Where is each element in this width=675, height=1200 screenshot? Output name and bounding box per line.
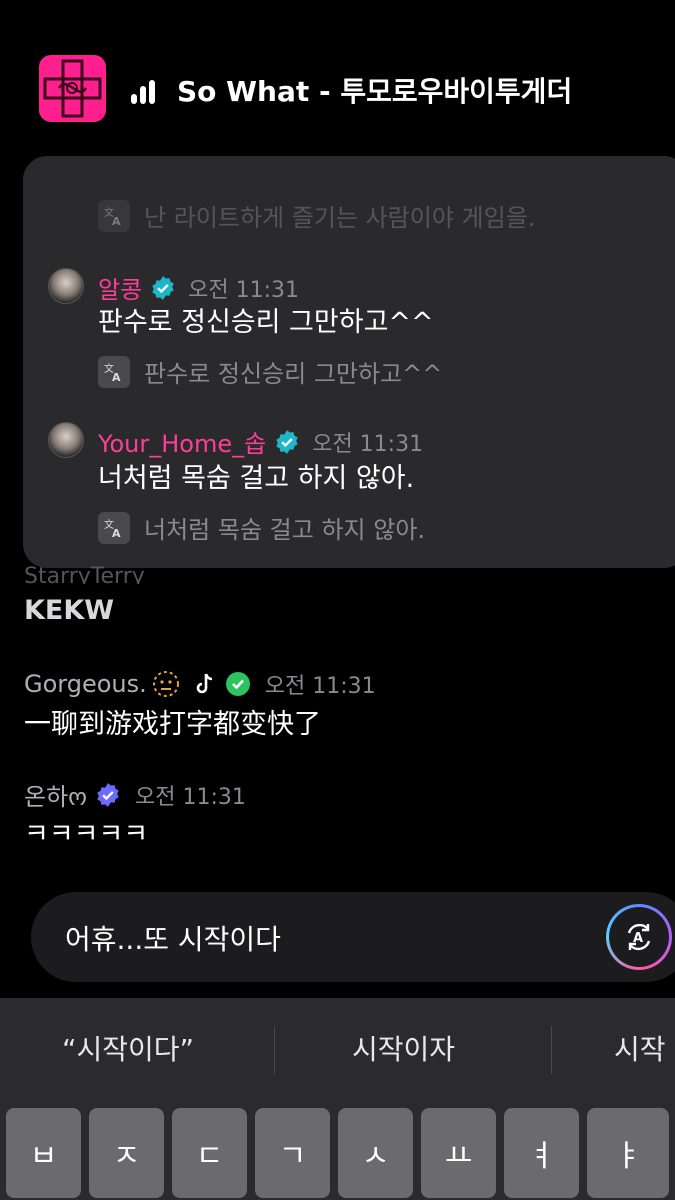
equalizer-icon xyxy=(131,80,163,104)
divider xyxy=(551,1026,552,1074)
message-translation: 文A 판수로 정신승리 그만하고^^ xyxy=(98,354,442,389)
top-translation: 文A 난 라이트하게 즐기는 사람이야 게임을. xyxy=(98,198,535,233)
message-text: 판수로 정신승리 그만하고^^ xyxy=(98,307,434,338)
song-title[interactable]: So What - 투모로우바이투게더 xyxy=(177,70,572,110)
album-cross-icon xyxy=(43,59,102,118)
translate-icon: 文A xyxy=(98,355,130,388)
chat-message-meta: 온하ო 오전 11:31 xyxy=(24,777,246,812)
chat-message-text: ㅋㅋㅋㅋㅋ xyxy=(24,819,149,850)
message-translation: 文A 너처럼 목숨 걸고 하지 않아. xyxy=(98,510,425,545)
suggestion-item[interactable]: “시작이다” xyxy=(62,1028,194,1068)
timestamp: 오전 11:31 xyxy=(264,674,376,699)
username[interactable]: Your_Home_솝 xyxy=(98,424,266,459)
suggestion-item[interactable]: 시작 xyxy=(614,1028,666,1068)
ai-translate-button[interactable]: A xyxy=(606,904,672,970)
key[interactable]: ㅑ xyxy=(587,1108,669,1198)
avatar[interactable] xyxy=(48,268,84,304)
timestamp: 오전 11:31 xyxy=(135,784,246,810)
album-art[interactable] xyxy=(39,55,106,122)
message-text: 너처럼 목숨 걸고 하지 않아. xyxy=(98,463,415,494)
ai-translate-icon: A xyxy=(627,923,651,951)
chat-message-text: KEKW xyxy=(24,595,115,626)
message-meta: Your_Home_솝 오전 11:31 xyxy=(98,424,423,459)
neutral-face-emoji-icon xyxy=(152,671,179,697)
translate-icon: 文A xyxy=(98,199,130,232)
verified-badge-icon xyxy=(152,275,174,300)
chat-message-meta: Gorgeous. 오전 11:31 xyxy=(24,668,376,700)
heart-check-badge-icon xyxy=(225,672,250,696)
key[interactable]: ㅅ xyxy=(338,1108,413,1198)
partial-username: StarryTerry xyxy=(24,564,145,584)
suggestion-item[interactable]: 시작이자 xyxy=(352,1028,455,1068)
translate-icon: 文A xyxy=(98,511,130,544)
username[interactable]: Gorgeous. xyxy=(24,670,147,698)
svg-text:A: A xyxy=(112,215,121,227)
svg-text:A: A xyxy=(112,527,121,539)
svg-text:A: A xyxy=(112,371,121,383)
key[interactable]: ㅛ xyxy=(421,1108,496,1198)
verified-badge-icon xyxy=(276,429,298,454)
tiktok-icon xyxy=(196,673,212,694)
svg-text:A: A xyxy=(633,931,643,946)
shield-heart-badge-icon xyxy=(97,782,119,807)
divider xyxy=(274,1026,275,1074)
key[interactable]: ㅕ xyxy=(504,1108,579,1198)
key[interactable]: ㅂ xyxy=(6,1108,81,1198)
key[interactable]: ㅈ xyxy=(89,1108,164,1198)
chat-input[interactable]: 어휴...또 시작이다 A xyxy=(31,892,675,982)
key[interactable]: ㄱ xyxy=(255,1108,330,1198)
translation-card: 文A 난 라이트하게 즐기는 사람이야 게임을. 알콩 오전 11:31 판수로… xyxy=(23,156,675,568)
key[interactable]: ㄷ xyxy=(172,1108,247,1198)
timestamp: 오전 11:31 xyxy=(312,431,424,457)
username[interactable]: 온하ო xyxy=(24,777,87,812)
keyboard: “시작이다” 시작이자 시작 ㅂ ㅈ ㄷ ㄱ ㅅ ㅛ ㅕ ㅑ xyxy=(0,998,675,1200)
now-playing-header: So What - 투모로우바이투게더 xyxy=(0,0,675,150)
avatar[interactable] xyxy=(48,422,84,458)
chat-input-value[interactable]: 어휴...또 시작이다 xyxy=(65,918,281,958)
chat-message-text: 一聊到游戏打字都变快了 xyxy=(24,709,321,740)
timestamp: 오전 11:31 xyxy=(188,277,300,303)
